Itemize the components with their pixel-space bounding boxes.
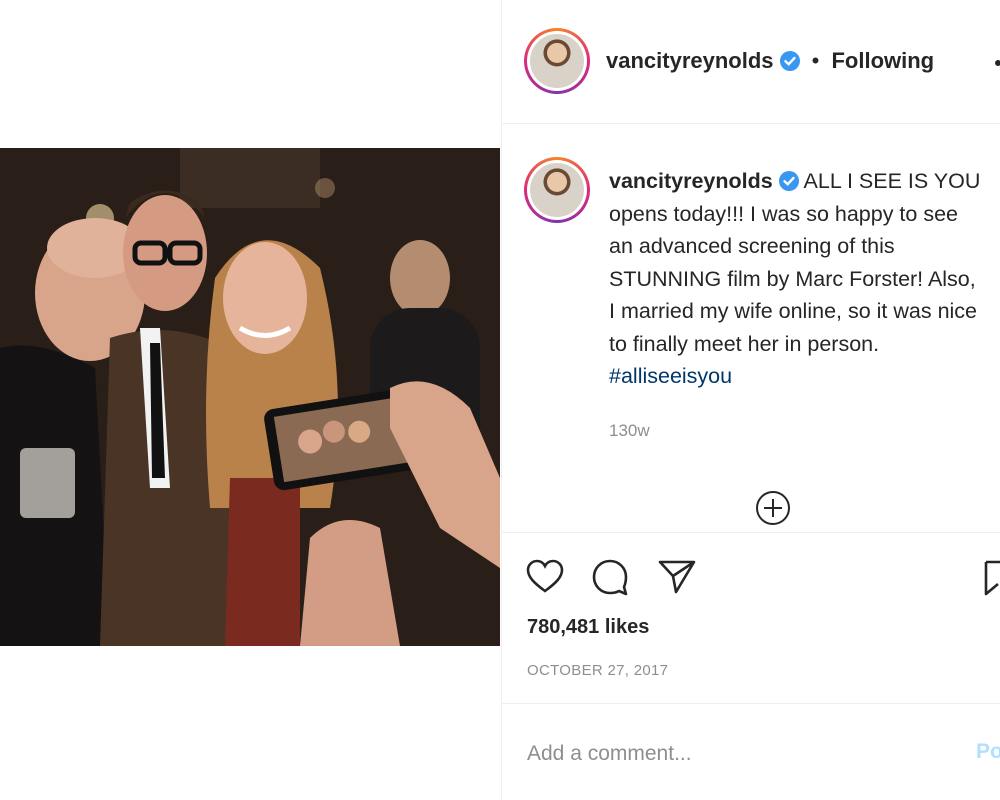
caption-block: vancityreynolds ALL I SEE IS YOU opens t… bbox=[502, 125, 1000, 533]
comment-input[interactable] bbox=[527, 738, 947, 770]
plus-circle-icon[interactable] bbox=[755, 490, 791, 526]
caption-line: STUNNING film by Marc Forster! Also, bbox=[609, 266, 976, 291]
post-comment-button[interactable]: Post bbox=[976, 740, 1000, 764]
caption-line: to finally meet her in person. bbox=[609, 331, 880, 356]
more-dots-icon[interactable] bbox=[995, 60, 1000, 66]
time-ago[interactable]: 130w bbox=[609, 421, 650, 441]
post-details: vancityreynolds • Following vancityreyno… bbox=[501, 0, 1000, 800]
caption-line: opens today!!! I was so happy to see bbox=[609, 201, 958, 226]
caption-username[interactable]: vancityreynolds bbox=[609, 169, 773, 193]
caption-line: ALL I SEE IS YOU bbox=[803, 169, 981, 193]
caption-line: I married my wife online, so it was nice bbox=[609, 299, 978, 323]
avatar[interactable] bbox=[524, 28, 590, 94]
verified-badge-icon bbox=[778, 171, 799, 191]
verified-badge-icon bbox=[779, 51, 800, 71]
header-username[interactable]: vancityreynolds bbox=[606, 48, 774, 73]
post-date: OCTOBER 27, 2017 bbox=[527, 662, 669, 679]
share-icon[interactable] bbox=[656, 556, 698, 598]
likes-count[interactable]: 780,481 likes bbox=[527, 616, 649, 639]
post-photo[interactable] bbox=[0, 148, 500, 646]
media-pane bbox=[0, 0, 500, 800]
post-header: vancityreynolds • Following bbox=[502, 0, 1000, 124]
heart-icon[interactable] bbox=[524, 556, 566, 598]
comment-row: Post bbox=[502, 703, 1000, 800]
action-bar bbox=[502, 548, 1000, 608]
caption-line: an advanced screening of this bbox=[609, 234, 895, 258]
caption-avatar[interactable] bbox=[524, 157, 590, 223]
separator-dot: • bbox=[811, 48, 820, 73]
photo-illustration bbox=[0, 148, 500, 646]
caption-text: vancityreynolds ALL I SEE IS YOU opens t… bbox=[609, 165, 1000, 393]
following-button[interactable]: Following bbox=[831, 48, 934, 73]
bookmark-icon[interactable] bbox=[982, 556, 1000, 598]
header-user-line: vancityreynolds • Following bbox=[606, 48, 934, 74]
comment-icon[interactable] bbox=[589, 556, 631, 598]
hashtag-link[interactable]: #alliseeisyou bbox=[609, 360, 1000, 393]
